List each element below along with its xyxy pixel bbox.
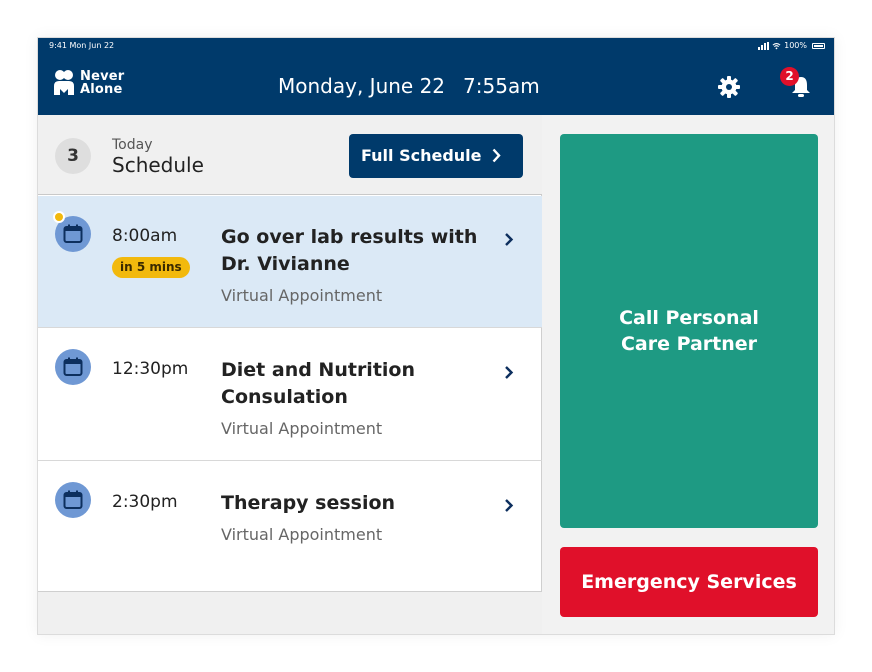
appointment-title: Diet and Nutrition Consulation (221, 359, 415, 408)
schedule-title: Schedule (112, 153, 204, 177)
app-logo: Never Alone (53, 69, 124, 97)
appointment-row[interactable]: 2:30pm Therapy session Virtual Appointme… (38, 462, 542, 594)
header-time: 7:55am (463, 74, 540, 98)
emergency-services-button[interactable]: Emergency Services (560, 547, 818, 617)
app-header: Never Alone Monday, June 22 7:55am 2 (38, 54, 834, 115)
notification-badge: 2 (780, 67, 799, 86)
schedule-panel: 3 Today Schedule Full Schedule 8:00am in… (38, 115, 542, 634)
call-label-line2: Care Partner (620, 333, 758, 355)
logo-line-alone: Alone (80, 82, 123, 97)
chevron-right-icon (505, 366, 514, 379)
header-date: Monday, June 22 (278, 74, 446, 98)
settings-button[interactable] (717, 75, 741, 99)
call-care-partner-button[interactable]: Call Personal Care Partner (560, 134, 818, 528)
appointment-type: Virtual Appointment (221, 286, 383, 305)
appointment-time: 8:00am (112, 226, 178, 246)
call-button-label: Call Personal Care Partner (560, 305, 818, 357)
appointment-type: Virtual Appointment (221, 419, 383, 438)
chevron-right-icon (505, 499, 514, 512)
appointment-count: 3 (55, 138, 91, 174)
schedule-header: 3 Today Schedule Full Schedule (38, 115, 542, 195)
people-logo-icon (54, 70, 74, 95)
logo-wordmark: Never Alone (80, 70, 124, 96)
status-time: 9:41 Mon Jun 22 (49, 41, 115, 50)
full-schedule-label: Full Schedule (361, 146, 482, 165)
full-schedule-button[interactable]: Full Schedule (349, 134, 523, 178)
upcoming-indicator (53, 211, 65, 223)
schedule-today-label: Today (112, 137, 153, 153)
call-label-line1: Call Personal (619, 307, 759, 329)
appointment-time: 12:30pm (112, 359, 189, 379)
chevron-right-icon (505, 233, 514, 246)
eta-badge: in 5 mins (112, 257, 190, 278)
appointment-row[interactable]: 12:30pm Diet and Nutrition Consulation V… (38, 329, 542, 461)
signal-icon (758, 42, 770, 50)
status-bar: 9:41 Mon Jun 22 100% (38, 38, 834, 54)
notifications-button[interactable]: 2 (780, 67, 814, 101)
gear-icon (718, 76, 740, 98)
header-datetime: Monday, June 22 7:55am (278, 74, 608, 98)
wifi-icon (772, 42, 781, 50)
tablet-screen: 9:41 Mon Jun 22 100% Never Alone Monday,… (37, 37, 835, 635)
calendar-icon (55, 349, 91, 385)
battery-icon (812, 43, 825, 49)
appointment-type: Virtual Appointment (221, 525, 383, 544)
chevron-right-icon (492, 148, 501, 163)
calendar-icon (55, 482, 91, 518)
status-indicators: 100% (758, 38, 825, 54)
appointment-row[interactable]: 8:00am in 5 mins Go over lab results wit… (38, 196, 542, 328)
battery-percent: 100% (784, 41, 807, 50)
appointment-time: 2:30pm (112, 492, 178, 512)
appointment-title: Go over lab results with Dr. Vivianne (221, 226, 478, 275)
schedule-footer (38, 591, 542, 634)
appointment-title: Therapy session (221, 492, 396, 514)
